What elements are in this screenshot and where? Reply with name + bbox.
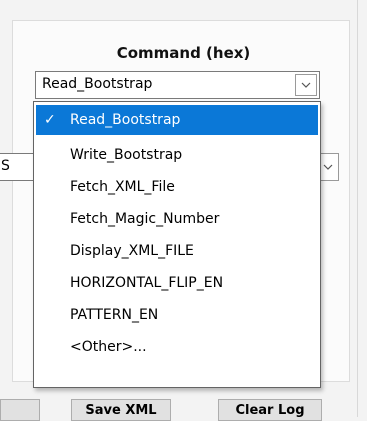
dropdown-option-fetch-magic-number[interactable]: Fetch_Magic_Number [36,204,318,234]
secondary-combobox[interactable]: S [0,153,36,181]
chevron-down-icon [323,164,333,170]
dropdown-button[interactable] [295,74,317,96]
dropdown-option-horizontal-flip-en[interactable]: HORIZONTAL_FLIP_EN [36,268,318,298]
command-combobox[interactable]: Read_Bootstrap [35,71,320,99]
dropdown-option-label: PATTERN_EN [70,307,159,323]
command-selected-value: Read_Bootstrap [42,76,153,92]
dropdown-option-other[interactable]: <Other>... [36,332,318,362]
dropdown-option-label: Display_XML_FILE [70,243,194,259]
checkmark-icon: ✓ [44,112,56,128]
window-divider [357,0,358,417]
dropdown-option-pattern-en[interactable]: PATTERN_EN [36,300,318,330]
clear-log-button[interactable]: Clear Log [218,399,322,421]
dropdown-option-label: <Other>... [70,339,147,355]
secondary-combobox-value: S [1,158,10,174]
dropdown-option-label: Read_Bootstrap [70,112,181,128]
command-label: Command (hex) [116,44,251,62]
dropdown-option-label: Write_Bootstrap [70,147,183,163]
save-xml-button[interactable]: Save XML [71,399,171,421]
command-dropdown-list: ✓ Read_Bootstrap Write_Bootstrap Fetch_X… [33,101,321,388]
chevron-down-icon [301,82,311,88]
dropdown-option-read-bootstrap[interactable]: ✓ Read_Bootstrap [36,105,318,135]
dropdown-option-write-bootstrap[interactable]: Write_Bootstrap [36,140,318,170]
dropdown-option-label: Fetch_Magic_Number [70,211,220,227]
dropdown-option-fetch-xml-file[interactable]: Fetch_XML_File [36,172,318,202]
dropdown-option-label: HORIZONTAL_FLIP_EN [70,275,224,291]
partial-button[interactable] [0,399,40,421]
dropdown-option-label: Fetch_XML_File [70,179,175,195]
dropdown-option-display-xml-file[interactable]: Display_XML_FILE [36,236,318,266]
